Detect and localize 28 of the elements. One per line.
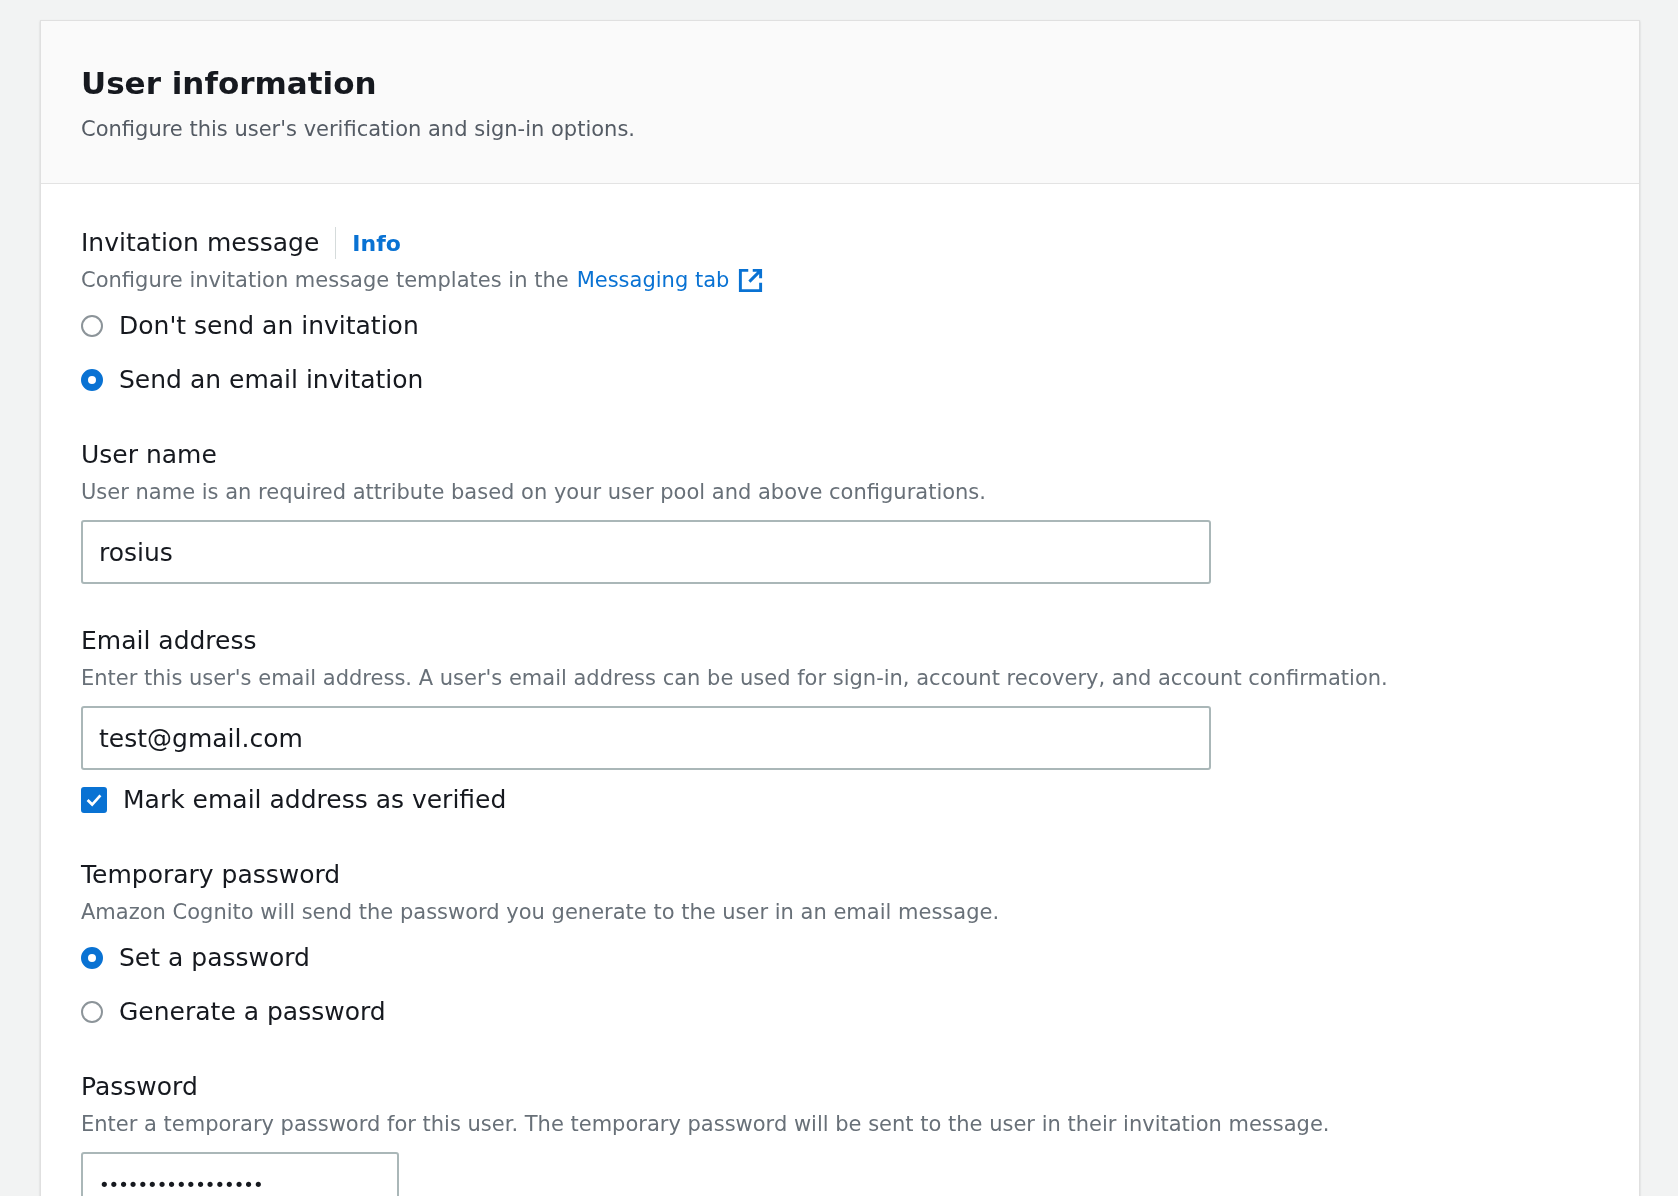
field-description: User name is an required attribute based on your user pool and above configurations. xyxy=(81,479,986,506)
field-label: Temporary password xyxy=(81,859,341,891)
radio-option[interactable]: Send an email invitation xyxy=(81,362,424,398)
radio-button[interactable] xyxy=(81,947,103,969)
radio-button[interactable] xyxy=(81,1001,103,1023)
radio-option[interactable]: Set a password xyxy=(81,940,386,976)
field-description: Configure invitation message templates in the xyxy=(81,267,569,294)
radio-option[interactable]: Generate a password xyxy=(81,994,386,1030)
field-label: Email address xyxy=(81,625,257,657)
field-description: Enter a temporary password for this user. The temporary password will be sent to the user in their invitation message. xyxy=(81,1111,1330,1138)
checkbox-option[interactable]: Mark email address as verified xyxy=(81,782,507,818)
radio-button[interactable] xyxy=(81,369,103,391)
info-link[interactable]: Info xyxy=(352,230,401,256)
field-label: Password xyxy=(81,1071,198,1103)
section-title: User information xyxy=(81,65,378,101)
email-input[interactable]: test@gmail.com xyxy=(81,706,1211,770)
checkbox[interactable] xyxy=(81,787,107,813)
external-link-icon[interactable] xyxy=(737,266,765,294)
radio-option[interactable]: Don't send an invitation xyxy=(81,308,424,344)
username-input[interactable]: rosius xyxy=(81,520,1211,584)
field-label: User name xyxy=(81,439,217,471)
field-description: Amazon Cognito will send the password you generate to the user in an email message. xyxy=(81,899,1000,926)
section-description: Configure this user's verification and sign-in options. xyxy=(81,117,637,141)
messaging-tab-link[interactable]: Messaging tab xyxy=(576,262,730,298)
password-input[interactable]: ••••••••••••••••• xyxy=(81,1152,399,1196)
field-label: Invitation message xyxy=(81,227,320,259)
field-description: Enter this user's email address. A user's email address can be used for sign-in, account recovery, and account confirmation. xyxy=(81,665,1388,692)
radio-button[interactable] xyxy=(81,315,103,337)
